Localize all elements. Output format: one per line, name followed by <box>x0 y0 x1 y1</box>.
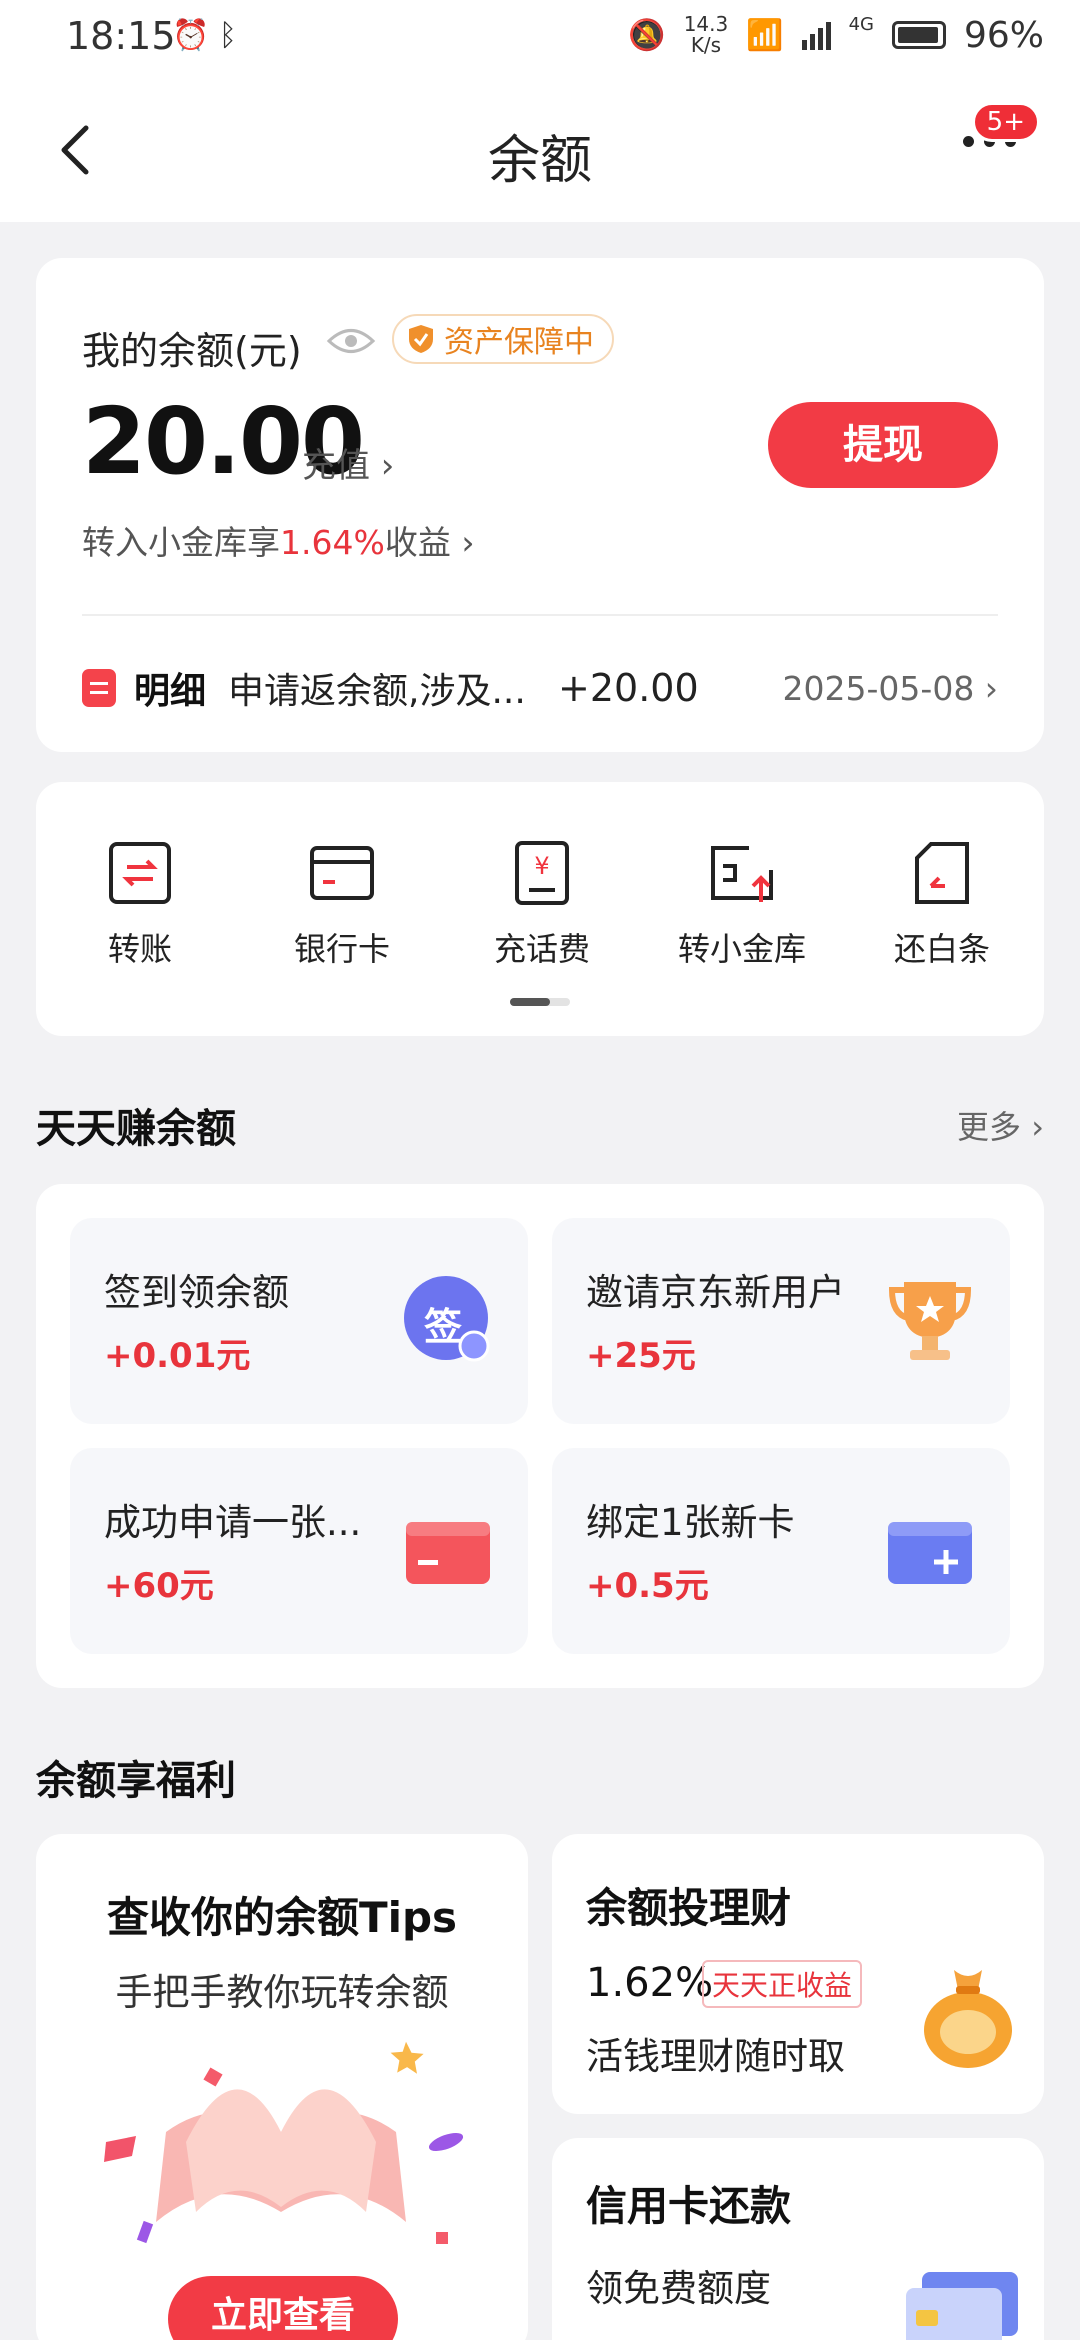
asset-guard-badge[interactable]: 资产保障中 <box>392 314 614 364</box>
guard-badge-label: 资产保障中 <box>444 325 594 360</box>
vault-icon <box>711 846 773 902</box>
battery-icon <box>891 21 946 49</box>
wifi-icon: 📶 <box>746 17 784 53</box>
signal-icon <box>801 20 831 50</box>
benefits-section-title: 余额享福利 <box>36 1758 236 1804</box>
task-reward: +0.01元 <box>104 1336 251 1376</box>
bank-card-icon <box>310 846 374 900</box>
transfer-tip-prefix: 转入小金库享 <box>82 523 280 562</box>
quick-action-phone-topup[interactable]: ¥ 充话费 <box>452 840 632 970</box>
quick-action-repay-baitiao[interactable]: 还白条 <box>852 840 1032 970</box>
open-book-illustration <box>104 2041 464 2244</box>
finance-card[interactable]: 余额投理财 1.62% 天天正收益 活钱理财随时取 <box>552 1834 1044 2114</box>
nav-bar: 余额 5+ <box>0 80 1080 222</box>
page-title: 余额 <box>487 131 592 191</box>
task-title: 绑定1张新卡 <box>586 1501 795 1544</box>
mute-icon: 🔕 <box>628 17 666 53</box>
credit-title: 信用卡还款 <box>586 2182 791 2230</box>
repay-icon <box>915 842 969 904</box>
transfer-tip-suffix: 收益 › <box>384 523 475 562</box>
transfer-icon <box>109 842 171 904</box>
recharge-link[interactable]: 充值 › <box>302 438 394 487</box>
detail-list-icon <box>82 669 116 707</box>
net-speed-value: 14.3 <box>683 12 729 36</box>
transfer-to-vault-tip[interactable]: 转入小金库享1.64%收益 › <box>82 516 475 564</box>
status-time: 18:15 <box>66 14 176 58</box>
sign-in-icon-text: 签 <box>423 1305 462 1349</box>
task-bind-card[interactable]: 绑定1张新卡 +0.5元 <box>552 1448 1010 1654</box>
task-title: 成功申请一张... <box>104 1501 362 1544</box>
task-reward: +25元 <box>586 1336 696 1376</box>
detail-label: 明细 <box>134 671 207 712</box>
task-invite-user[interactable]: 邀请京东新用户 +25元 <box>552 1218 1010 1424</box>
trophy-icon <box>888 1282 972 1360</box>
credit-description: 领免费额度 <box>586 2267 771 2310</box>
balance-label: 我的余额(元) <box>82 329 302 373</box>
task-reward: +60元 <box>104 1566 214 1606</box>
quick-action-vault[interactable]: 转小金库 <box>652 840 832 970</box>
divider <box>82 614 998 616</box>
detail-date: 2025-05-08 › <box>782 668 998 708</box>
tips-title: 查收你的余额Tips <box>106 1893 458 1942</box>
view-now-button[interactable]: 立即查看 <box>168 2276 398 2340</box>
finance-description: 活钱理财随时取 <box>586 2035 845 2078</box>
finance-tag: 天天正收益 <box>702 1960 863 2008</box>
quick-action-label: 还白条 <box>893 930 990 968</box>
money-bag-icon <box>924 1970 1012 2068</box>
notification-badge: 5+ <box>971 102 1040 142</box>
quick-actions-card: 转账 银行卡 ¥ 充话费 转小金库 还白条 <box>36 782 1044 1036</box>
status-right-group: 🔕 14.3 K/s 📶 4G 96% <box>628 14 1044 56</box>
credit-card-icon <box>906 2272 1018 2340</box>
task-apply-card[interactable]: 成功申请一张... +60元 <box>70 1448 528 1654</box>
earn-tasks-card: 签到领余额 +0.01元 签 邀请京东新用户 +25元 成功申请一张... +6… <box>36 1184 1044 1688</box>
quick-action-bank-card[interactable]: 银行卡 <box>252 840 432 970</box>
transfer-tip-rate: 1.64% <box>280 523 385 562</box>
finance-title: 余额投理财 <box>586 1884 791 1932</box>
phone-topup-icon: ¥ <box>515 841 569 905</box>
balance-tips-card[interactable]: 查收你的余额Tips 手把手教你玩转余额 立即查看 <box>36 1834 528 2340</box>
quick-action-label: 转小金库 <box>677 930 806 968</box>
eye-icon[interactable] <box>326 324 376 358</box>
shield-icon <box>409 325 433 353</box>
task-title: 签到领余额 <box>104 1271 289 1314</box>
earn-more-link[interactable]: 更多 › <box>957 1102 1044 1148</box>
battery-level: 96% <box>963 14 1044 56</box>
balance-card: 我的余额(元) 资产保障中 20.00 充值 › 提现 转入小金库享1.64%收… <box>36 258 1044 752</box>
svg-text:¥: ¥ <box>534 852 549 880</box>
net-speed-unit: K/s <box>690 33 722 57</box>
alarm-bluetooth-icons: ⏰ ᛒ <box>172 18 237 53</box>
earn-section-title: 天天赚余额 <box>36 1106 236 1152</box>
quick-action-transfer[interactable]: 转账 <box>50 840 230 970</box>
credit-card-repay-card[interactable]: 信用卡还款 领免费额度 <box>552 2138 1044 2340</box>
quick-action-label: 充话费 <box>493 930 590 968</box>
balance-detail-row[interactable]: 明细 申请返余额,涉及... +20.00 2025-05-08 › <box>82 658 998 718</box>
finance-rate: 1.62% <box>586 1960 714 2006</box>
scroll-indicator <box>510 998 570 1006</box>
quick-action-label: 银行卡 <box>293 930 390 968</box>
task-reward: +0.5元 <box>586 1566 709 1606</box>
add-card-icon <box>888 1522 972 1584</box>
detail-amount: +20.00 <box>558 666 699 710</box>
tips-subtitle: 手把手教你玩转余额 <box>115 1971 449 2014</box>
detail-description: 申请返余额,涉及... <box>228 671 526 712</box>
net-speed: 14.3 K/s <box>684 14 729 56</box>
task-sign-in[interactable]: 签到领余额 +0.01元 签 <box>70 1218 528 1424</box>
status-bar: 18:15 ⏰ ᛒ 🔕 14.3 K/s 📶 4G 96% <box>0 0 1080 80</box>
quick-action-label: 转账 <box>107 930 172 968</box>
task-title: 邀请京东新用户 <box>586 1271 845 1314</box>
red-card-icon <box>406 1522 490 1584</box>
withdraw-button[interactable]: 提现 <box>768 402 998 488</box>
network-type: 4G <box>848 14 874 35</box>
